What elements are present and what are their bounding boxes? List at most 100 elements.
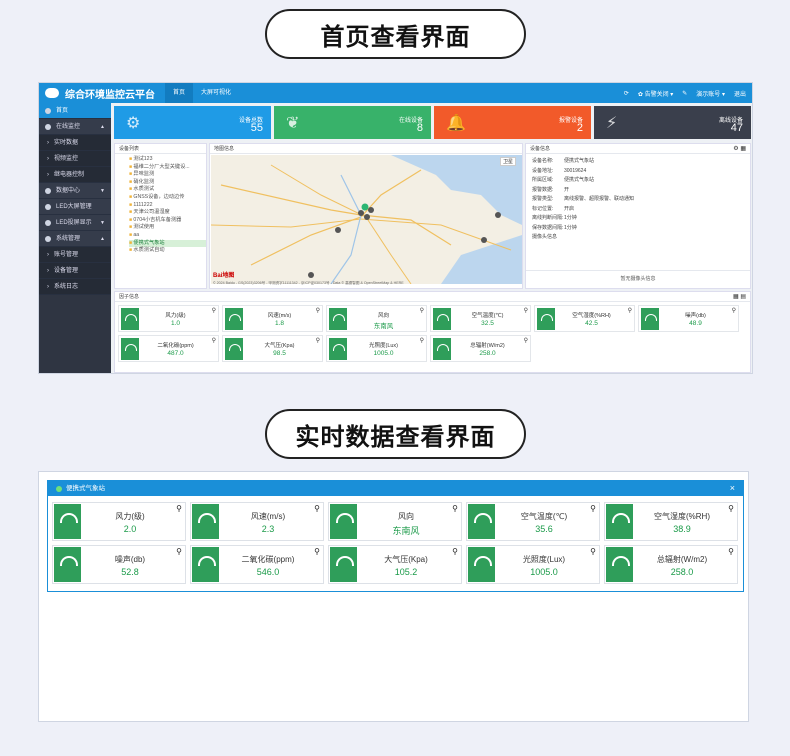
stat-card-2[interactable]: 🔔 报警设备 2 xyxy=(434,106,591,139)
factor-tile[interactable]: 总辐射(W/m2) 258.0 ⚲ xyxy=(430,335,531,362)
info-key: 报警类型: xyxy=(532,196,554,202)
realtime-tile[interactable]: 大气压(Kpa) 105.2 ⚲ xyxy=(328,545,462,584)
device-tree-item[interactable]: 测试123 xyxy=(129,156,206,164)
factor-tile[interactable]: 风力(级) 1.0 ⚲ xyxy=(118,305,219,332)
factor-tile[interactable]: 二氧化碳(ppm) 487.0 ⚲ xyxy=(118,335,219,362)
realtime-tile[interactable]: 空气湿度(%RH) 38.9 ⚲ xyxy=(604,502,738,541)
device-tree-item[interactable]: 便携式气象站 xyxy=(129,239,206,248)
wrench-icon[interactable]: ✎ xyxy=(682,90,687,97)
factor-value: 1005.0 xyxy=(373,350,394,357)
sidebar-item-9[interactable]: › 账号管理 xyxy=(39,247,111,263)
realtime-label: 空气湿度(%RH) xyxy=(654,512,710,521)
sidebar-item-2[interactable]: › 实时数据 xyxy=(39,135,111,151)
refresh-icon[interactable]: ⟳ xyxy=(624,90,629,97)
search-icon[interactable]: ⚲ xyxy=(452,504,458,513)
factor-tile[interactable]: 大气压(Kpa) 98.5 ⚲ xyxy=(222,335,323,362)
sidebar-item-3[interactable]: › 视频监控 xyxy=(39,151,111,167)
device-tree-item[interactable]: 水质测试 xyxy=(129,186,206,194)
account-menu[interactable]: 演示账号 ▾ xyxy=(696,89,725,98)
realtime-tile[interactable]: 风力(级) 2.0 ⚲ xyxy=(52,502,186,541)
sidebar-item-5[interactable]: 数据中心 ▼ xyxy=(39,183,111,199)
factor-tile[interactable]: 风速(m/s) 1.8 ⚲ xyxy=(222,305,323,332)
alarm-toggle[interactable]: ✿ 告警关闭 ▾ xyxy=(638,89,673,98)
search-icon[interactable]: ⚲ xyxy=(628,307,632,314)
sidebar-item-11[interactable]: › 系统日志 xyxy=(39,279,111,295)
nav-bigscreen[interactable]: 大屏可视化 xyxy=(193,83,239,103)
device-tree-item[interactable]: 天津公司温湿度 xyxy=(129,209,206,217)
sidebar-item-4[interactable]: › 继电器控制 xyxy=(39,167,111,183)
search-icon[interactable]: ⚲ xyxy=(728,547,734,556)
map-marker[interactable] xyxy=(335,227,341,233)
stat-card-icon: ⚡ xyxy=(606,115,618,132)
sidebar-item-8[interactable]: 系统管理 ▲ xyxy=(39,231,111,247)
map-marker-selected[interactable] xyxy=(361,203,369,211)
grid-icon[interactable]: ▦ ▤ xyxy=(733,293,746,300)
realtime-tile[interactable]: 空气温度(℃) 35.6 ⚲ xyxy=(466,502,600,541)
sidebar-item-0[interactable]: 首页 xyxy=(39,103,111,119)
close-icon[interactable]: × xyxy=(730,481,735,496)
sidebar-item-7[interactable]: LED投屏显示 ▼ xyxy=(39,215,111,231)
search-icon[interactable]: ⚲ xyxy=(212,337,216,344)
sidebar-item-10[interactable]: › 设备管理 xyxy=(39,263,111,279)
stat-card-1[interactable]: ❦ 在线设备 8 xyxy=(274,106,431,139)
device-tree-item[interactable]: aa xyxy=(129,232,206,240)
realtime-tile[interactable]: 风速(m/s) 2.3 ⚲ xyxy=(190,502,324,541)
signal-icon xyxy=(537,308,555,330)
settings-icon[interactable]: ⚙ ▦ xyxy=(733,145,746,152)
sidebar-item-6[interactable]: LED大屏管理 xyxy=(39,199,111,215)
search-icon[interactable]: ⚲ xyxy=(590,547,596,556)
search-icon[interactable]: ⚲ xyxy=(212,307,216,314)
factor-tile[interactable]: 噪声(db) 48.9 ⚲ xyxy=(638,305,739,332)
stat-card-icon: ❦ xyxy=(286,115,300,132)
search-icon[interactable]: ⚲ xyxy=(316,307,320,314)
search-icon[interactable]: ⚲ xyxy=(524,337,528,344)
sidebar-item-1[interactable]: 在线监控 ▲ xyxy=(39,119,111,135)
baidu-logo: Bai地图 xyxy=(213,273,235,279)
factor-tile[interactable]: 空气温度(℃) 32.5 ⚲ xyxy=(430,305,531,332)
search-icon[interactable]: ⚲ xyxy=(590,504,596,513)
chevron-right-icon: › xyxy=(47,171,49,178)
search-icon[interactable]: ⚲ xyxy=(728,504,734,513)
search-icon[interactable]: ⚲ xyxy=(420,307,424,314)
factor-tile[interactable]: 空气湿度(%RH) 42.5 ⚲ xyxy=(534,305,635,332)
factor-tile[interactable]: 风向 东南风 ⚲ xyxy=(326,305,427,332)
map-marker[interactable] xyxy=(495,212,501,218)
logout-link[interactable]: 退出 xyxy=(734,89,746,98)
caret-icon: ▼ xyxy=(100,219,105,226)
device-info-row: 保存数据间隔:1分钟 xyxy=(532,224,750,234)
search-icon[interactable]: ⚲ xyxy=(314,547,320,556)
sidebar-item-label: LED投屏显示 xyxy=(56,219,92,226)
nav-home[interactable]: 首页 xyxy=(165,83,194,103)
map-marker[interactable] xyxy=(364,214,370,220)
search-icon[interactable]: ⚲ xyxy=(176,547,182,556)
search-icon[interactable]: ⚲ xyxy=(452,547,458,556)
chevron-right-icon: › xyxy=(47,139,49,146)
info-value: 开启 xyxy=(564,205,575,212)
device-tree-item[interactable]: 水质测试自动 xyxy=(129,247,206,255)
stat-card-3[interactable]: ⚡ 离线设备 47 xyxy=(594,106,751,139)
map-view[interactable]: 卫星 Bai地图 xyxy=(211,155,522,284)
search-icon[interactable]: ⚲ xyxy=(314,504,320,513)
search-icon[interactable]: ⚲ xyxy=(420,337,424,344)
stat-card-0[interactable]: ⚙ 设备总数 55 xyxy=(114,106,271,139)
device-tree-item[interactable]: 异味监测 xyxy=(129,171,206,179)
realtime-tile[interactable]: 风向 东南风 ⚲ xyxy=(328,502,462,541)
realtime-tile[interactable]: 二氧化碳(ppm) 546.0 ⚲ xyxy=(190,545,324,584)
device-tree-item[interactable]: GNSS设备，边动边传 xyxy=(129,194,206,202)
map-marker[interactable] xyxy=(308,272,314,278)
stat-card-icon: 🔔 xyxy=(446,115,466,132)
search-icon[interactable]: ⚲ xyxy=(524,307,528,314)
map-marker[interactable] xyxy=(368,207,374,213)
search-icon[interactable]: ⚲ xyxy=(732,307,736,314)
map-marker[interactable] xyxy=(481,237,487,243)
map-type-toggle[interactable]: 卫星 xyxy=(499,157,516,166)
search-icon[interactable]: ⚲ xyxy=(176,504,182,513)
map-marker[interactable] xyxy=(358,210,364,216)
info-value: 1分钟 xyxy=(564,215,577,221)
search-icon[interactable]: ⚲ xyxy=(316,337,320,344)
realtime-tile[interactable]: 噪声(db) 52.8 ⚲ xyxy=(52,545,186,584)
device-tree-item[interactable]: 测试使用 xyxy=(129,224,206,232)
realtime-tile[interactable]: 总辐射(W/m2) 258.0 ⚲ xyxy=(604,545,738,584)
realtime-tile[interactable]: 光照度(Lux) 1005.0 ⚲ xyxy=(466,545,600,584)
factor-tile[interactable]: 光照度(Lux) 1005.0 ⚲ xyxy=(326,335,427,362)
